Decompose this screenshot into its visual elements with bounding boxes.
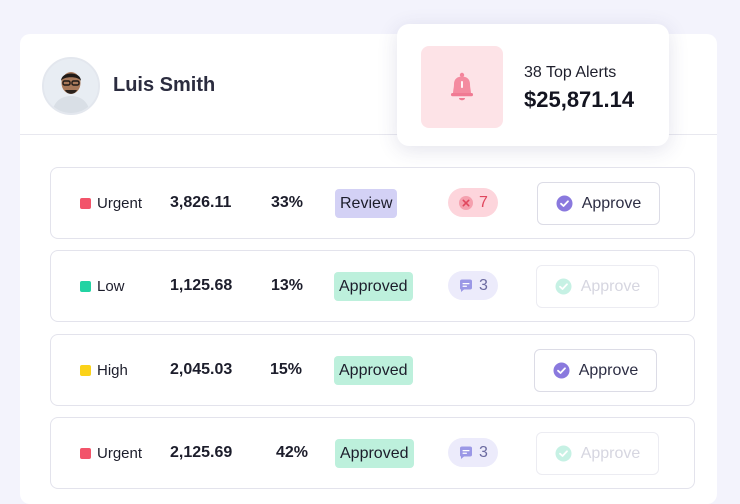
status-badge: Approved [334, 272, 413, 301]
approve-label: Approve [580, 444, 641, 462]
priority-dot [80, 280, 91, 292]
comment-icon [460, 279, 473, 292]
priority-dot [80, 447, 91, 459]
check-circle-icon [553, 362, 570, 379]
row-percent: 15% [270, 361, 303, 378]
badge-count: 3 [479, 443, 488, 461]
table-row: High 2,045.03 15% Approved Approve [50, 334, 695, 406]
approve-button[interactable]: Approve [536, 265, 659, 308]
top-alerts-card: 38 Top Alerts $25,871.14 [397, 24, 669, 146]
error-count-pill[interactable]: 7 [448, 188, 498, 217]
priority-text: Urgent [97, 444, 143, 462]
table-row: Urgent 2,125.69 42% Approved 3 Approve [50, 417, 695, 489]
alert-amount: $25,871.14 [524, 87, 635, 112]
comment-icon [460, 446, 473, 459]
approve-button[interactable]: Approve [534, 349, 657, 392]
approve-label: Approve [581, 194, 642, 212]
table-row: Low 1,125.68 13% Approved 3 Approve [50, 250, 695, 322]
avatar [42, 57, 100, 115]
check-circle-icon [555, 445, 572, 462]
user-name: Luis Smith [113, 74, 216, 96]
priority-dot [80, 364, 91, 376]
status-badge: Approved [335, 439, 414, 468]
approve-button[interactable]: Approve [537, 182, 660, 225]
avatar-image [44, 59, 98, 113]
priority-label: High [80, 335, 128, 405]
row-percent: 33% [271, 194, 304, 211]
row-amount: 2,125.69 [170, 444, 233, 461]
check-circle-icon [556, 195, 573, 212]
priority-text: Low [97, 277, 125, 295]
row-amount: 2,045.03 [170, 361, 233, 378]
row-percent: 42% [276, 444, 309, 461]
priority-label: Low [80, 251, 125, 321]
comment-count-pill[interactable]: 3 [448, 438, 498, 467]
approve-button[interactable]: Approve [536, 432, 659, 475]
priority-label: Urgent [80, 418, 142, 488]
row-amount: 1,125.68 [170, 277, 233, 294]
alert-title: 38 Top Alerts [524, 64, 617, 81]
priority-text: High [97, 361, 128, 379]
check-circle-icon [555, 278, 572, 295]
status-badge: Approved [334, 356, 413, 385]
comment-count-pill[interactable]: 3 [448, 271, 498, 300]
approve-label: Approve [578, 361, 639, 379]
bell-icon [451, 72, 473, 101]
row-amount: 3,826.11 [170, 194, 232, 211]
priority-dot [80, 197, 91, 209]
approve-label: Approve [580, 277, 641, 295]
priority-label: Urgent [80, 168, 142, 238]
badge-count: 3 [479, 276, 488, 294]
table-row: Urgent 3,826.11 33% Review 7 Approve [50, 167, 695, 239]
status-badge: Review [335, 189, 398, 218]
priority-text: Urgent [97, 194, 143, 212]
x-circle-icon [459, 195, 474, 210]
badge-count: 7 [479, 193, 488, 211]
alert-icon-box [421, 46, 503, 128]
row-percent: 13% [271, 277, 304, 294]
